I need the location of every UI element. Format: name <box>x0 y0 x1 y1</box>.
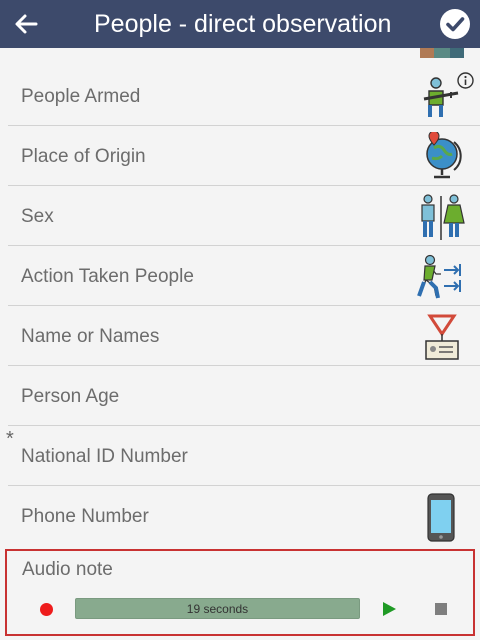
field-label: Sex <box>21 206 54 227</box>
field-label: Phone Number <box>21 506 149 527</box>
page-title: People - direct observation <box>94 10 392 38</box>
field-person-age[interactable]: Person Age <box>0 366 480 426</box>
id-badge-icon <box>425 314 459 360</box>
stop-icon[interactable] <box>435 603 447 615</box>
audio-progress-bar: 19 seconds <box>75 598 360 619</box>
field-label: Name or Names <box>21 326 160 347</box>
audio-note-panel: Audio note 19 seconds <box>5 549 475 636</box>
info-icon[interactable] <box>457 72 474 89</box>
field-name-or-names[interactable]: Name or Names <box>0 306 480 366</box>
field-sex[interactable]: Sex <box>0 186 480 246</box>
audio-note-label: Audio note <box>22 559 113 580</box>
audio-duration: 19 seconds <box>186 601 249 616</box>
check-circle-icon[interactable] <box>439 8 471 40</box>
field-label: People Armed <box>21 86 141 107</box>
field-place-of-origin[interactable]: Place of Origin <box>0 126 480 186</box>
previous-field-icon <box>420 48 464 58</box>
field-label: Place of Origin <box>21 146 146 167</box>
field-label: National ID Number <box>21 446 188 467</box>
field-label: Person Age <box>21 386 120 407</box>
person-walking-arrows-icon <box>417 254 461 299</box>
field-people-armed[interactable]: People Armed <box>0 66 480 126</box>
app-bar: People - direct observation <box>0 0 480 48</box>
smartphone-icon <box>427 493 455 542</box>
field-national-id-number[interactable]: * National ID Number <box>0 426 480 486</box>
field-phone-number[interactable]: Phone Number <box>0 486 480 546</box>
record-icon[interactable] <box>40 603 53 616</box>
field-action-taken-people[interactable]: Action Taken People <box>0 246 480 306</box>
globe-pin-icon <box>426 132 462 179</box>
arrow-left-icon[interactable] <box>10 8 42 40</box>
play-icon[interactable] <box>383 602 396 616</box>
required-indicator: * <box>6 428 14 450</box>
male-female-icon <box>421 194 465 240</box>
field-label: Action Taken People <box>21 266 194 287</box>
